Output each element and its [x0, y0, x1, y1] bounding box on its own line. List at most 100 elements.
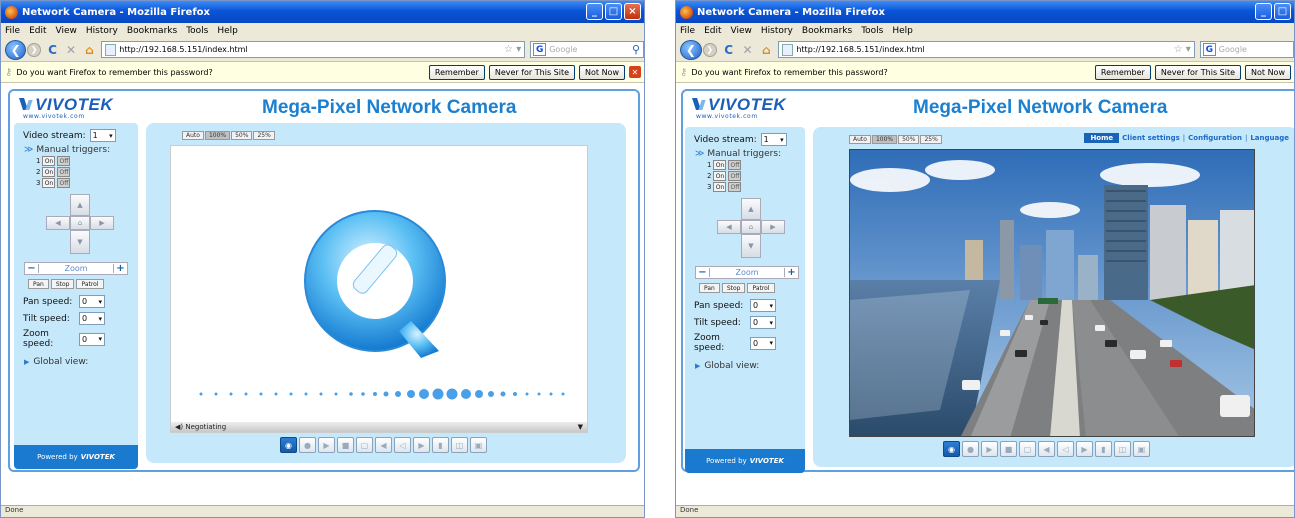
- zoom-out-button[interactable]: −: [696, 267, 709, 278]
- back-icon[interactable]: ❮: [680, 39, 702, 60]
- forward-icon[interactable]: ❯: [27, 42, 41, 57]
- mute-icon[interactable]: ◁: [394, 437, 411, 453]
- bookmark-star-icon[interactable]: ☆ ▾: [1174, 44, 1191, 55]
- record-icon[interactable]: ●: [299, 437, 316, 453]
- tilt-speed-select[interactable]: 0: [750, 316, 776, 329]
- search-icon[interactable]: ⚲: [632, 43, 640, 56]
- global-view-label[interactable]: Global view:: [33, 357, 88, 367]
- trigger-off-button[interactable]: Off: [57, 167, 71, 177]
- menu-bookmarks[interactable]: Bookmarks: [127, 26, 177, 36]
- stop-icon[interactable]: ✕: [64, 43, 77, 57]
- pan-speed-select[interactable]: 0: [750, 299, 776, 312]
- mic-icon[interactable]: ▮: [1095, 441, 1112, 457]
- pip-icon[interactable]: ▣: [1133, 441, 1150, 457]
- back-icon[interactable]: ❮: [5, 39, 27, 60]
- menu-tools[interactable]: Tools: [186, 26, 208, 36]
- video-stream-select[interactable]: 1: [760, 133, 787, 146]
- home-position-button[interactable]: ⌂: [741, 220, 761, 234]
- minimize-button[interactable]: _: [586, 3, 603, 20]
- trigger-on-button[interactable]: On: [42, 156, 56, 166]
- reload-icon[interactable]: C: [722, 43, 736, 57]
- menu-bookmarks[interactable]: Bookmarks: [802, 26, 852, 36]
- client-settings-link[interactable]: Client settings: [1122, 134, 1180, 142]
- menu-file[interactable]: File: [680, 26, 695, 36]
- size-auto-button[interactable]: Auto: [182, 131, 204, 140]
- zoom-in-button[interactable]: +: [114, 263, 127, 274]
- stop-button[interactable]: Stop: [721, 283, 746, 293]
- expand-arrow-icon[interactable]: ▶: [24, 358, 29, 366]
- zoom-out-button[interactable]: −: [25, 263, 38, 274]
- volume-icon[interactable]: ◀: [375, 437, 392, 453]
- bookmark-star-icon[interactable]: ☆ ▾: [504, 44, 521, 55]
- global-view-label[interactable]: Global view:: [704, 361, 759, 371]
- pan-button[interactable]: Pan: [699, 283, 720, 293]
- mic-icon[interactable]: ▮: [432, 437, 449, 453]
- configuration-link[interactable]: Configuration: [1188, 134, 1242, 142]
- menu-view[interactable]: View: [731, 26, 752, 36]
- trigger-off-button[interactable]: Off: [57, 156, 71, 166]
- stop-button[interactable]: Stop: [50, 279, 75, 289]
- reload-icon[interactable]: C: [46, 43, 59, 57]
- forward-icon[interactable]: ❯: [702, 42, 717, 57]
- trigger-on-button[interactable]: On: [713, 182, 727, 192]
- not-now-button[interactable]: Not Now: [1245, 64, 1291, 80]
- zoom-speed-select[interactable]: 0: [79, 332, 105, 346]
- trigger-on-button[interactable]: On: [42, 167, 56, 177]
- stop-icon[interactable]: ✕: [741, 43, 755, 57]
- zoom-speed-select[interactable]: 0: [750, 336, 776, 350]
- search-box[interactable]: G Google ⚲: [530, 41, 644, 58]
- live-video-feed[interactable]: [849, 149, 1255, 437]
- home-link[interactable]: Home: [1084, 133, 1120, 143]
- trigger-on-button[interactable]: On: [42, 178, 56, 188]
- trigger-off-button[interactable]: Off: [57, 178, 71, 188]
- trigger-off-button[interactable]: Off: [728, 182, 742, 192]
- trigger-on-button[interactable]: On: [713, 160, 727, 170]
- pan-right-button[interactable]: ▶: [90, 216, 114, 230]
- chevron-down-icon[interactable]: ≫: [24, 145, 33, 155]
- language-link[interactable]: Language: [1250, 134, 1289, 142]
- menu-file[interactable]: File: [5, 26, 20, 36]
- digital-zoom-icon[interactable]: ◫: [1114, 441, 1131, 457]
- pan-left-button[interactable]: ◀: [46, 216, 70, 230]
- home-icon[interactable]: ⌂: [83, 43, 96, 57]
- remember-button[interactable]: Remember: [428, 64, 485, 80]
- home-icon[interactable]: ⌂: [759, 43, 773, 57]
- tilt-down-button[interactable]: ▼: [70, 230, 90, 254]
- home-position-button[interactable]: ⌂: [70, 216, 90, 230]
- tilt-up-button[interactable]: ▲: [741, 198, 761, 220]
- zoom-in-button[interactable]: +: [785, 267, 798, 278]
- size-100-button[interactable]: 100%: [871, 135, 898, 144]
- talk-icon[interactable]: ▶: [1076, 441, 1093, 457]
- menu-tools[interactable]: Tools: [861, 26, 883, 36]
- video-viewer[interactable]: ◀) Negotiating ▼: [170, 145, 588, 433]
- digital-zoom-icon[interactable]: ◫: [451, 437, 468, 453]
- qt-menu-icon[interactable]: ▼: [578, 423, 583, 431]
- chevron-down-icon[interactable]: ≫: [695, 149, 704, 159]
- menu-history[interactable]: History: [761, 26, 793, 36]
- mute-icon[interactable]: ◁: [1057, 441, 1074, 457]
- size-auto-button[interactable]: Auto: [849, 135, 871, 144]
- tilt-down-button[interactable]: ▼: [741, 234, 761, 258]
- size-25-button[interactable]: 25%: [253, 131, 275, 140]
- remember-button[interactable]: Remember: [1094, 64, 1151, 80]
- pan-button[interactable]: Pan: [28, 279, 49, 289]
- patrol-button[interactable]: Patrol: [76, 279, 104, 289]
- video-stream-select[interactable]: 1: [89, 129, 116, 142]
- stop-video-icon[interactable]: ■: [1000, 441, 1017, 457]
- size-50-button[interactable]: 50%: [231, 131, 253, 140]
- menu-view[interactable]: View: [56, 26, 77, 36]
- close-window-button[interactable]: ×: [624, 3, 641, 20]
- menu-history[interactable]: History: [86, 26, 118, 36]
- url-bar[interactable]: http://192.168.5.151/index.html ☆ ▾: [101, 41, 526, 58]
- expand-arrow-icon[interactable]: ▶: [695, 362, 700, 370]
- fullscreen-icon[interactable]: ▢: [356, 437, 373, 453]
- pan-left-button[interactable]: ◀: [717, 220, 741, 234]
- pan-speed-select[interactable]: 0: [79, 295, 105, 308]
- speaker-icon[interactable]: ◀): [175, 423, 183, 431]
- play-icon[interactable]: ▶: [981, 441, 998, 457]
- close-notification-icon[interactable]: ✕: [629, 66, 641, 78]
- tilt-speed-select[interactable]: 0: [79, 312, 105, 325]
- google-icon[interactable]: G: [533, 43, 547, 56]
- trigger-off-button[interactable]: Off: [728, 171, 742, 181]
- pip-icon[interactable]: ▣: [470, 437, 487, 453]
